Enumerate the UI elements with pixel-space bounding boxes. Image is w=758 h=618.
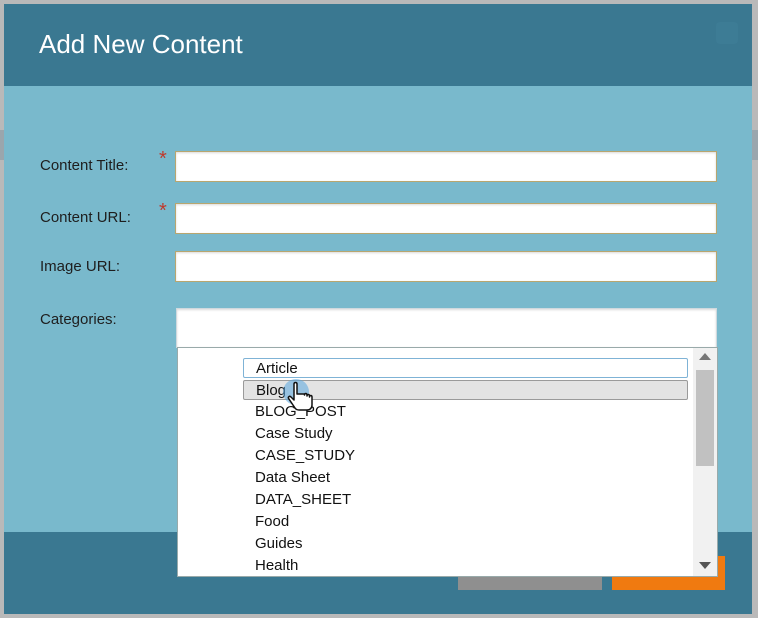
modal-header: Add New Content [4, 4, 752, 86]
categories-label: Categories: [40, 311, 117, 328]
scroll-thumb[interactable] [696, 370, 714, 466]
category-option[interactable]: CASE_STUDY [243, 446, 688, 466]
dropdown-scrollbar[interactable] [693, 348, 717, 576]
category-option[interactable]: Food [243, 512, 688, 532]
category-option[interactable]: Guides [243, 534, 688, 554]
add-content-modal: Add New Content Content Title: * Content… [4, 4, 752, 614]
categories-dropdown-list[interactable]: Article Blog BLOG_POST Case Study CASE_S… [177, 347, 718, 577]
hand-pointer-icon [283, 379, 313, 411]
category-option[interactable]: DATA_SHEET [243, 490, 688, 510]
content-title-label: Content Title: [40, 157, 129, 174]
category-option[interactable]: Data Sheet [243, 468, 688, 488]
required-marker: * [159, 148, 167, 170]
modal-title: Add New Content [39, 29, 243, 59]
scroll-down-arrow-icon[interactable] [699, 562, 711, 569]
image-url-label: Image URL: [40, 258, 121, 275]
categories-select[interactable] [176, 308, 717, 348]
category-option[interactable]: Article [243, 358, 688, 378]
content-title-input[interactable] [175, 151, 717, 182]
close-icon[interactable] [716, 22, 738, 44]
scroll-up-arrow-icon[interactable] [699, 353, 711, 360]
content-url-label: Content URL: [40, 209, 131, 226]
content-url-input[interactable] [175, 203, 717, 234]
image-url-input[interactable] [175, 251, 717, 282]
required-marker: * [159, 200, 167, 222]
category-option[interactable]: Health [243, 556, 688, 576]
category-option[interactable]: Case Study [243, 424, 688, 444]
